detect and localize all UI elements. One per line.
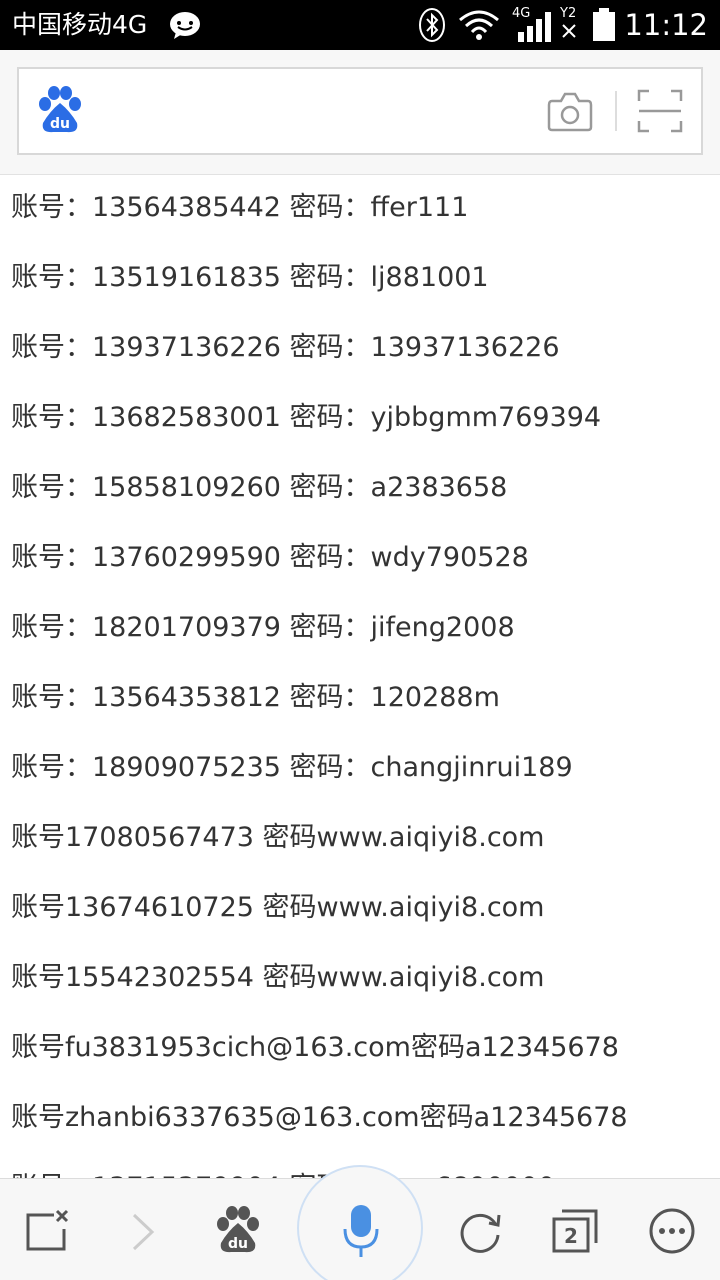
list-item: 账号：18909075235 密码：changjinrui189 xyxy=(11,752,573,783)
list-item: 账号：13760299590 密码：wdy790528 xyxy=(11,542,529,573)
close-page-icon[interactable] xyxy=(24,1207,70,1253)
tab-count: 2 xyxy=(564,1224,578,1248)
list-item: 账号fu3831953cich@163.com密码a12345678 xyxy=(11,1032,619,1063)
refresh-icon[interactable] xyxy=(456,1207,504,1255)
chat-notification-icon xyxy=(170,12,200,39)
forward-icon[interactable] xyxy=(128,1211,158,1253)
list-item: 账号：18201709379 密码：jifeng2008 xyxy=(11,612,515,643)
bluetooth-icon xyxy=(419,8,445,42)
list-item: 账号：15858109260 密码：a2383658 xyxy=(11,472,508,503)
scan-icon[interactable] xyxy=(637,89,683,133)
list-item: 账号：13564353812 密码：120288m xyxy=(11,682,500,713)
baidu-home-icon[interactable]: du xyxy=(214,1205,262,1255)
baidu-home-text: du xyxy=(228,1236,248,1252)
list-item: 账号：13564385442 密码：ffer111 xyxy=(11,192,469,223)
page-content: 账号：13564385442 密码：ffer111 账号：13519161835… xyxy=(0,176,720,1178)
no-signal-icon xyxy=(562,24,576,38)
list-item: 账号15542302554 密码www.aiqiyi8.com xyxy=(11,962,545,993)
clock: 11:12 xyxy=(624,8,708,42)
voice-search-button[interactable] xyxy=(297,1165,423,1280)
list-item: 账号17080567473 密码www.aiqiyi8.com xyxy=(11,822,545,853)
search-header: du xyxy=(0,50,720,175)
wifi-icon xyxy=(459,10,499,40)
search-input[interactable]: du xyxy=(17,67,703,155)
microphone-icon xyxy=(343,1205,379,1257)
search-divider xyxy=(615,91,617,131)
list-item: 账号13674610725 密码www.aiqiyi8.com xyxy=(11,892,545,923)
carrier-label: 中国移动4G xyxy=(12,10,148,39)
tabs-icon[interactable]: 2 xyxy=(550,1207,600,1255)
baidu-logo-icon[interactable]: du xyxy=(37,85,83,135)
camera-icon[interactable] xyxy=(547,89,593,133)
list-item: 账号：13519161835 密码：lj881001 xyxy=(11,262,489,293)
sim-label: Y2 xyxy=(560,6,577,21)
list-item: 账号：13937136226 密码：13937136226 xyxy=(11,332,560,363)
status-bar: 中国移动4G 4G Y2 11:12 xyxy=(0,0,720,50)
more-menu-icon[interactable] xyxy=(648,1207,696,1255)
battery-icon xyxy=(593,8,615,41)
baidu-logo-text: du xyxy=(50,116,70,132)
list-item: 账号：13682583001 密码：yjbbgmm769394 xyxy=(11,402,602,433)
signal-icon xyxy=(518,12,551,42)
list-item: 账号zhanbi6337635@163.com密码a12345678 xyxy=(11,1102,628,1133)
